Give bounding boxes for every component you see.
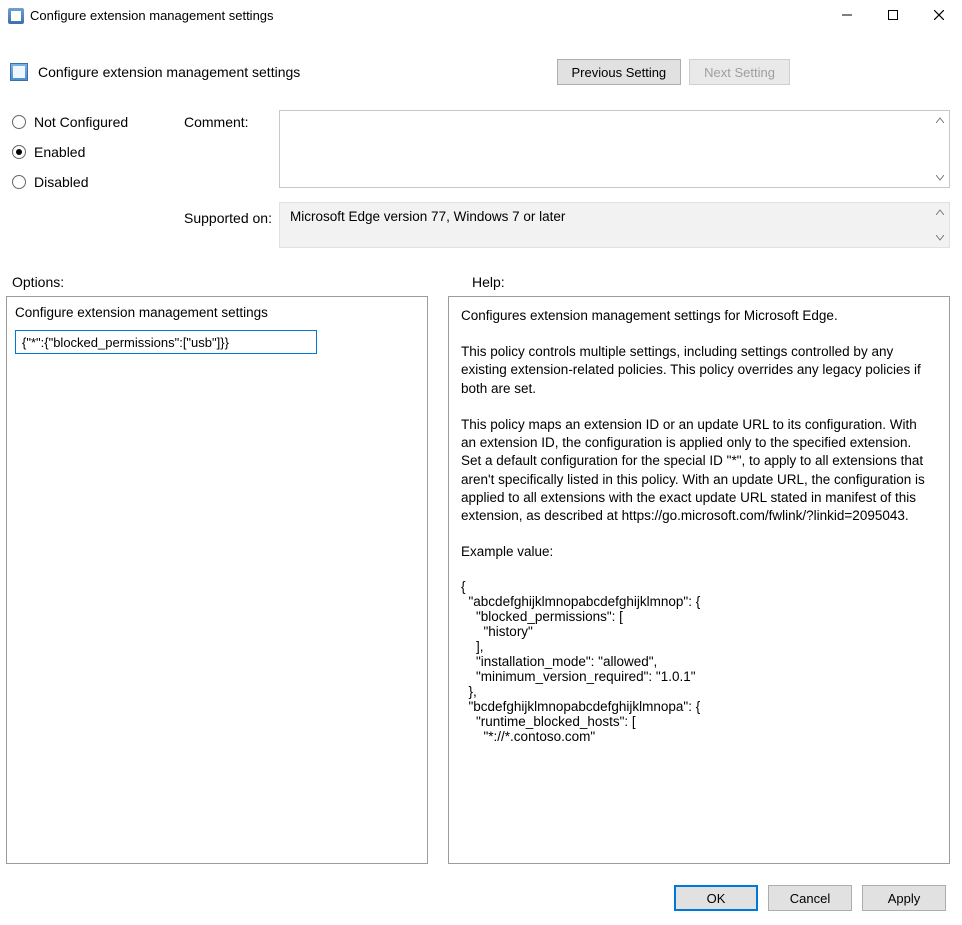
policy-icon xyxy=(10,63,28,81)
options-setting-input[interactable] xyxy=(15,330,317,354)
chevron-up-icon[interactable] xyxy=(935,207,945,217)
chevron-down-icon[interactable] xyxy=(935,233,945,243)
chevron-down-icon[interactable] xyxy=(935,173,945,183)
help-text: Configures extension management settings… xyxy=(461,307,925,325)
supported-on-label: Supported on: xyxy=(184,210,279,238)
help-text: Example value: xyxy=(461,543,925,561)
previous-setting-button[interactable]: Previous Setting xyxy=(557,59,682,85)
header-row: Configure extension management settings … xyxy=(10,52,950,92)
titlebar-app-icon xyxy=(8,8,24,24)
titlebar: Configure extension management settings xyxy=(0,0,962,34)
window-title: Configure extension management settings xyxy=(30,8,274,23)
maximize-button[interactable] xyxy=(870,0,916,30)
radio-disabled[interactable]: Disabled xyxy=(12,174,184,190)
options-setting-title: Configure extension management settings xyxy=(15,305,419,320)
dialog-button-bar: OK Cancel Apply xyxy=(674,885,946,911)
chevron-up-icon[interactable] xyxy=(935,115,945,125)
radio-label: Not Configured xyxy=(34,114,128,130)
radio-icon xyxy=(12,145,26,159)
help-example-code: { "abcdefghijklmnopabcdefghijklmnop": { … xyxy=(461,579,925,744)
options-panel: Configure extension management settings xyxy=(6,296,428,864)
help-label: Help: xyxy=(472,274,505,290)
supported-on-text: Microsoft Edge version 77, Windows 7 or … xyxy=(290,209,565,224)
radio-icon xyxy=(12,175,26,189)
apply-button[interactable]: Apply xyxy=(862,885,946,911)
comment-textarea[interactable] xyxy=(279,110,950,188)
ok-button[interactable]: OK xyxy=(674,885,758,911)
options-label: Options: xyxy=(12,274,472,290)
radio-enabled[interactable]: Enabled xyxy=(12,144,184,160)
help-text: This policy maps an extension ID or an u… xyxy=(461,416,925,525)
next-setting-button[interactable]: Next Setting xyxy=(689,59,790,85)
radio-icon xyxy=(12,115,26,129)
policy-name: Configure extension management settings xyxy=(38,64,300,80)
help-panel: Configures extension management settings… xyxy=(448,296,950,864)
help-text: This policy controls multiple settings, … xyxy=(461,343,925,398)
supported-on-field: Microsoft Edge version 77, Windows 7 or … xyxy=(279,202,950,248)
config-area: Not Configured Enabled Disabled Comment:… xyxy=(12,110,950,248)
radio-not-configured[interactable]: Not Configured xyxy=(12,114,184,130)
minimize-button[interactable] xyxy=(824,0,870,30)
radio-label: Disabled xyxy=(34,174,88,190)
radio-label: Enabled xyxy=(34,144,85,160)
close-button[interactable] xyxy=(916,0,962,30)
comment-label: Comment: xyxy=(184,114,279,142)
cancel-button[interactable]: Cancel xyxy=(768,885,852,911)
